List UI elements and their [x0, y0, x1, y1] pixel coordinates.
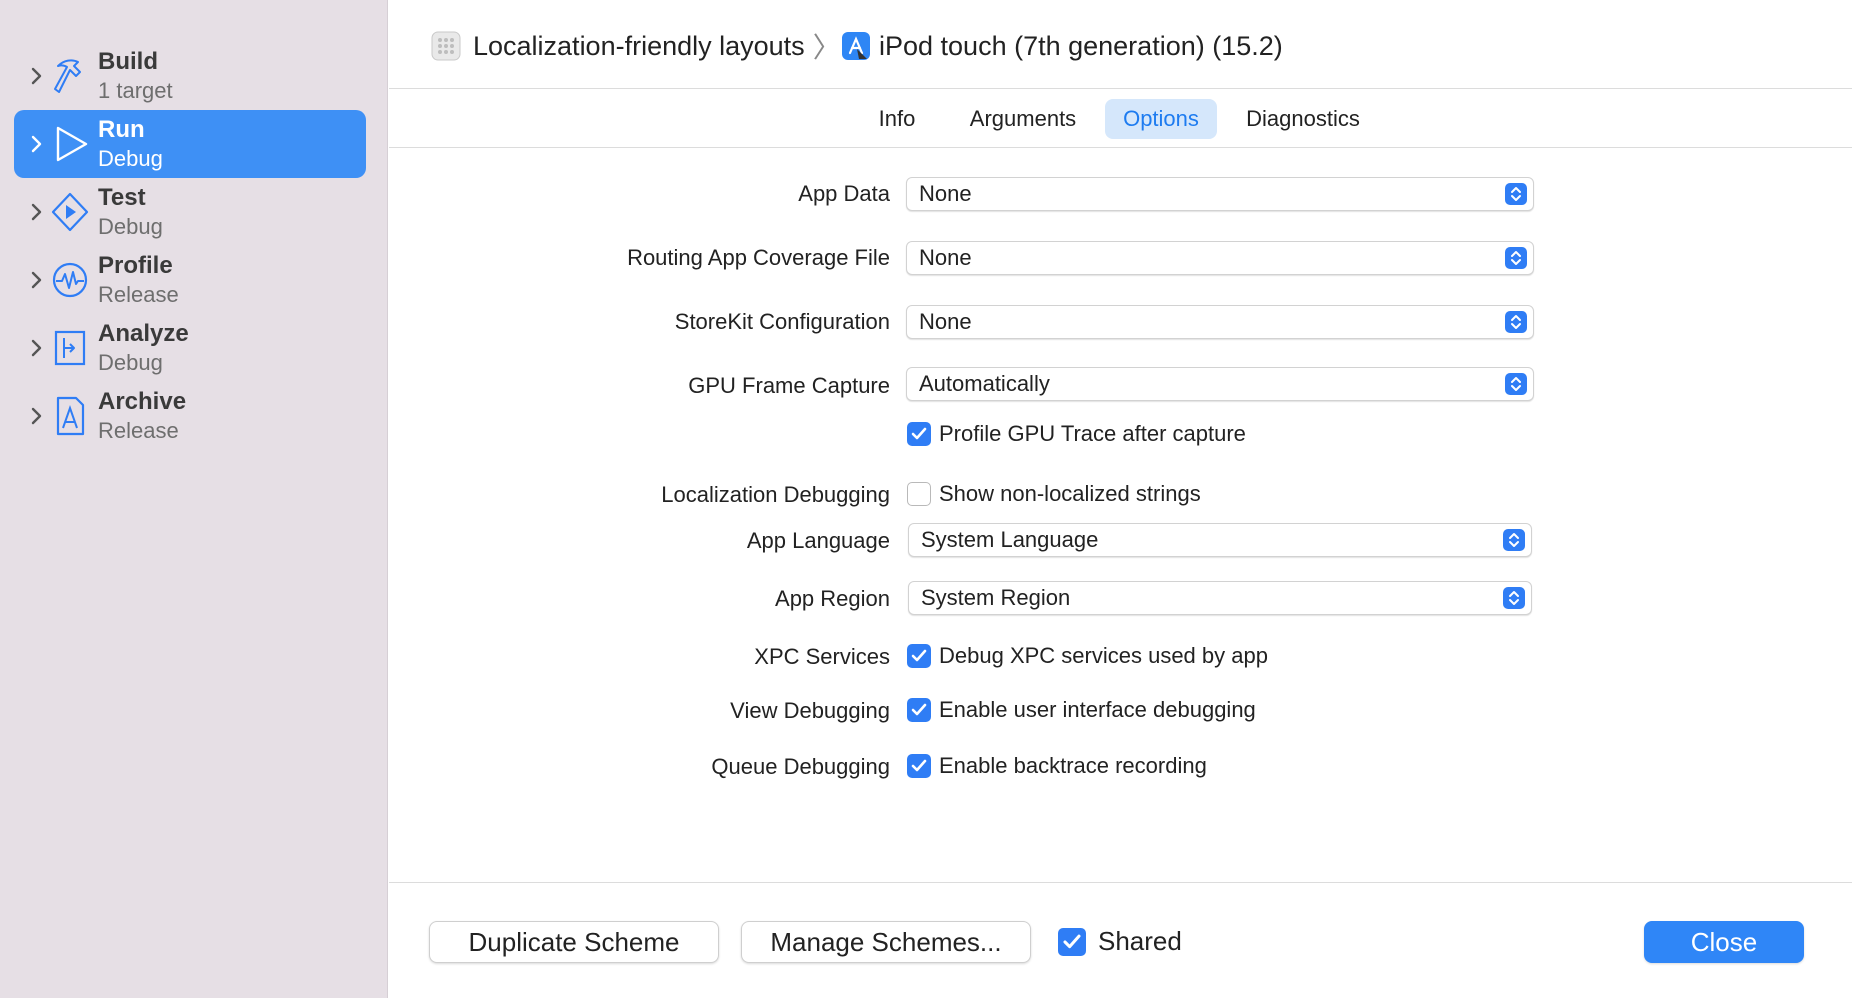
sidebar-item-analyze[interactable]: Analyze Debug [14, 314, 366, 382]
chevron-up-down-icon [1505, 183, 1527, 205]
chevron-right-icon[interactable] [24, 268, 48, 292]
view-debugging-label: View Debugging [730, 698, 890, 723]
scheme-action-sidebar: Build 1 target Run Debug Test Debug Prof… [0, 0, 388, 998]
breadcrumb-separator: 〉 [812, 32, 841, 63]
duplicate-scheme-button[interactable]: Duplicate Scheme [429, 921, 719, 963]
shared-checkbox[interactable] [1058, 928, 1086, 956]
chevron-right-icon[interactable] [24, 132, 48, 156]
chevron-up-down-icon [1503, 529, 1525, 551]
gpu-trace-checkbox[interactable] [907, 422, 931, 446]
close-button[interactable]: Close [1644, 921, 1804, 963]
chevron-up-down-icon [1503, 587, 1525, 609]
sidebar-item-subtitle: Release [98, 282, 179, 307]
sidebar-item-subtitle: Debug [98, 350, 163, 375]
xpc-services-checkbox[interactable] [907, 644, 931, 668]
view-debugging-checkbox[interactable] [907, 698, 931, 722]
analyze-icon [54, 330, 86, 366]
sidebar-item-title: Analyze [98, 320, 189, 347]
sidebar-item-archive[interactable]: Archive Release [14, 382, 366, 450]
sidebar-item-test[interactable]: Test Debug [14, 178, 366, 246]
sidebar-item-run[interactable]: Run Debug [14, 110, 366, 178]
waveform-icon [52, 262, 88, 298]
tab-options[interactable]: Options [1105, 99, 1217, 139]
tab-bar: Info Arguments Options Diagnostics [389, 90, 1852, 148]
app-region-label: App Region [775, 586, 890, 611]
sidebar-item-title: Build [98, 48, 158, 75]
gpu-capture-label: GPU Frame Capture [688, 373, 890, 398]
app-language-label: App Language [746, 528, 890, 553]
breadcrumb-device[interactable]: iPod touch (7th generation) (15.2) [841, 26, 1283, 66]
chevron-right-icon[interactable] [24, 336, 48, 360]
sidebar-item-build[interactable]: Build 1 target [14, 42, 366, 110]
sidebar-item-subtitle: Release [98, 418, 179, 443]
tab-diagnostics[interactable]: Diagnostics [1231, 99, 1375, 139]
chevron-right-icon[interactable] [24, 200, 48, 224]
gpu-trace-label: Profile GPU Trace after capture [939, 421, 1246, 446]
tab-arguments[interactable]: Arguments [951, 99, 1095, 139]
sidebar-item-subtitle: Debug [98, 214, 163, 239]
app-language-value: System Language [921, 527, 1099, 552]
non-localized-strings-checkbox[interactable] [907, 482, 931, 506]
xpc-services-label: XPC Services [754, 644, 890, 669]
queue-debugging-label: Queue Debugging [711, 754, 890, 779]
play-icon [56, 126, 88, 162]
app-store-icon [842, 32, 870, 60]
tab-info[interactable]: Info [859, 99, 935, 139]
manage-schemes-button[interactable]: Manage Schemes... [741, 921, 1031, 963]
breadcrumb-bar: Localization-friendly layouts 〉 iPod tou… [389, 0, 1852, 89]
sidebar-item-title: Test [98, 184, 146, 211]
non-localized-strings-label: Show non-localized strings [939, 481, 1201, 506]
storekit-label: StoreKit Configuration [674, 309, 890, 334]
sidebar-item-title: Profile [98, 252, 173, 279]
project-icon [431, 31, 461, 61]
routing-coverage-popup[interactable]: None [906, 241, 1534, 275]
chevron-up-down-icon [1505, 311, 1527, 333]
app-data-label: App Data [798, 181, 890, 206]
archive-icon [56, 396, 85, 436]
routing-coverage-value: None [919, 245, 972, 270]
sidebar-item-subtitle: Debug [98, 146, 163, 171]
gpu-capture-value: Automatically [919, 371, 1050, 396]
shared-label: Shared [1098, 926, 1182, 956]
app-data-value: None [919, 181, 972, 206]
sidebar-item-title: Run [98, 116, 145, 143]
chevron-right-icon[interactable] [24, 404, 48, 428]
gpu-capture-popup[interactable]: Automatically [906, 367, 1534, 401]
sidebar-item-title: Archive [98, 388, 187, 415]
test-diamond-icon [51, 192, 89, 232]
chevron-up-down-icon [1505, 373, 1527, 395]
storekit-popup[interactable]: None [906, 305, 1534, 339]
queue-debugging-option: Enable backtrace recording [939, 753, 1207, 778]
breadcrumb-project[interactable]: Localization-friendly layouts 〉 [431, 26, 841, 66]
view-debugging-option: Enable user interface debugging [939, 697, 1256, 722]
sidebar-item-profile[interactable]: Profile Release [14, 246, 366, 314]
footer-divider [389, 882, 1852, 883]
app-data-popup[interactable]: None [906, 177, 1534, 211]
hammer-icon [54, 59, 81, 93]
app-region-popup[interactable]: System Region [908, 581, 1532, 615]
localization-debugging-label: Localization Debugging [661, 482, 890, 507]
xpc-services-option: Debug XPC services used by app [939, 643, 1268, 668]
chevron-up-down-icon [1505, 247, 1527, 269]
routing-coverage-label: Routing App Coverage File [627, 245, 890, 270]
storekit-value: None [919, 309, 972, 334]
device-name: iPod touch (7th generation) (15.2) [879, 30, 1283, 61]
sidebar-item-subtitle: 1 target [98, 78, 173, 103]
app-language-popup[interactable]: System Language [908, 523, 1532, 557]
chevron-right-icon[interactable] [24, 64, 48, 88]
project-name: Localization-friendly layouts [473, 30, 805, 61]
queue-debugging-checkbox[interactable] [907, 754, 931, 778]
app-region-value: System Region [921, 585, 1071, 610]
